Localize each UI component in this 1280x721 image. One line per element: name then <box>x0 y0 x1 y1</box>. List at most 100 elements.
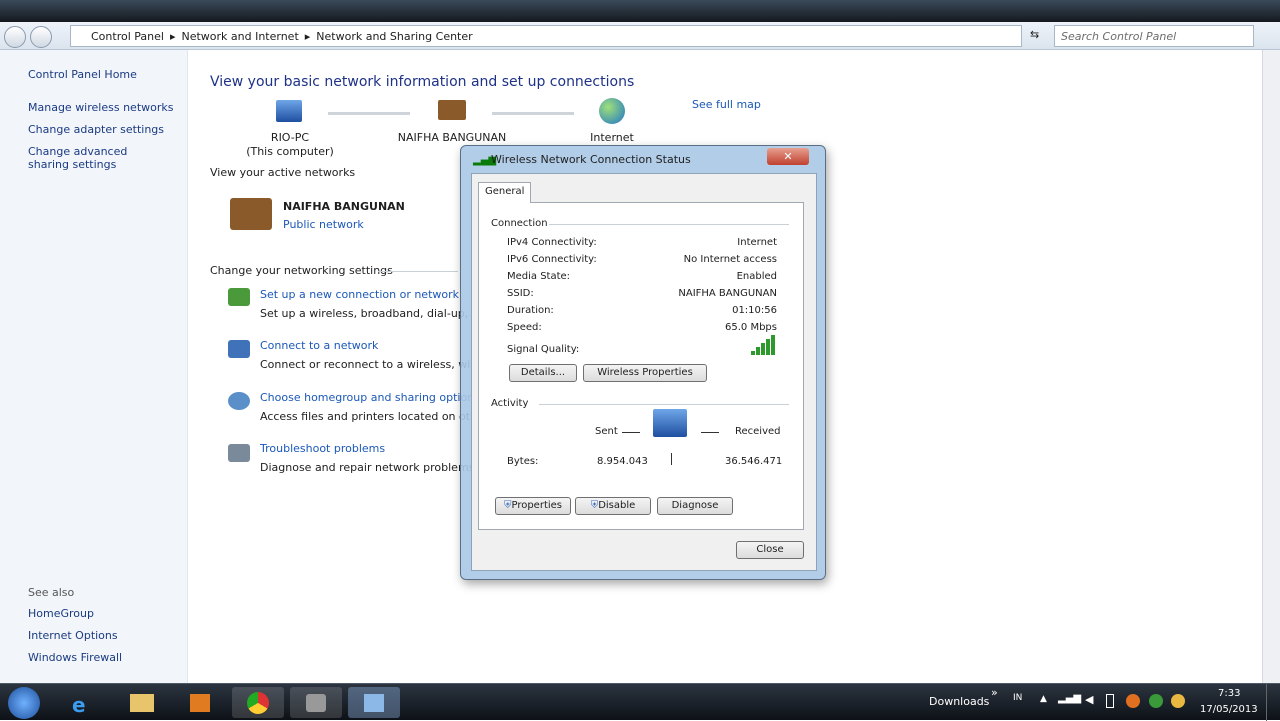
explorer-icon[interactable] <box>116 687 168 718</box>
close-button[interactable]: Close <box>736 541 804 559</box>
downloads-toolbar[interactable]: Downloads <box>929 695 989 708</box>
value: No Internet access <box>683 254 777 265</box>
see-full-map-link[interactable]: See full map <box>692 98 761 111</box>
dialog-body: General Connection IPv4 Connectivity: Int… <box>471 173 817 571</box>
search-input[interactable]: Search Control Panel <box>1054 25 1254 47</box>
task-new-connection[interactable]: Set up a new connection or network <box>260 288 459 301</box>
task-desc: Access files and printers located on oth… <box>260 410 489 423</box>
details-button[interactable]: Details... <box>509 364 577 382</box>
clock-time[interactable]: 7:33 <box>1218 688 1240 699</box>
sidebar-internet-options[interactable]: Internet Options <box>28 629 118 642</box>
info-icon[interactable] <box>1149 694 1163 708</box>
properties-button[interactable]: ⛨Properties <box>495 497 571 515</box>
chrome-icon[interactable] <box>232 687 284 718</box>
tab-panel: Connection IPv4 Connectivity: Internet IP… <box>478 202 804 530</box>
row-duration: Duration: 01:10:56 <box>507 305 777 316</box>
network-type-link[interactable]: Public network <box>283 218 364 231</box>
row-ipv4: IPv4 Connectivity: Internet <box>507 237 777 248</box>
sidebar-item-wireless[interactable]: Manage wireless networks <box>28 101 173 114</box>
label: IPv6 Connectivity: <box>507 254 597 265</box>
divider <box>549 224 789 225</box>
task-homegroup[interactable]: Choose homegroup and sharing options <box>260 391 480 404</box>
label: Duration: <box>507 305 554 316</box>
divider <box>539 404 789 405</box>
emoticon-icon[interactable] <box>1171 694 1185 708</box>
task-desc: Connect or reconnect to a wireless, wire… <box>260 358 489 371</box>
chevron-expand-icon[interactable]: » <box>991 686 998 699</box>
map-computer-sub: (This computer) <box>246 145 334 158</box>
sidebar-item-advanced-sharing[interactable]: Change advanced sharing settings <box>28 145 168 171</box>
connection-status-dialog: ▂▄▆ Wireless Network Connection Status ✕… <box>460 145 826 580</box>
network-computers-icon <box>653 409 687 437</box>
change-settings-label: Change your networking settings <box>210 264 393 277</box>
see-also-label: See also <box>28 586 75 599</box>
scrollbar[interactable] <box>1262 50 1280 683</box>
row-ipv6: IPv6 Connectivity: No Internet access <box>507 254 777 265</box>
address-bar-row: Control Panel ▸ Network and Internet ▸ Net… <box>0 22 1280 50</box>
signal-bar <box>751 351 755 355</box>
new-connection-icon <box>228 288 250 306</box>
sidebar-homegroup[interactable]: HomeGroup <box>28 607 94 620</box>
refresh-icon[interactable]: ⇆ <box>1030 28 1039 41</box>
language-indicator[interactable]: IN <box>1013 693 1022 703</box>
value: NAIFHA BANGUNAN <box>678 288 777 299</box>
map-link <box>492 112 574 115</box>
back-button[interactable] <box>4 26 26 48</box>
chevron-right-icon: ▸ <box>304 29 311 43</box>
task-desc: Diagnose and repair network problems, o <box>260 461 489 474</box>
task-connect[interactable]: Connect to a network <box>260 339 378 352</box>
app-tray-icon[interactable] <box>1126 694 1140 708</box>
map-computer-name: RIO-PC <box>270 131 310 144</box>
task-troubleshoot[interactable]: Troubleshoot problems <box>260 442 385 455</box>
signal-bar <box>766 339 770 355</box>
show-hidden-icons[interactable]: ▲ <box>1040 694 1047 704</box>
page-title: View your basic network information and … <box>210 74 635 90</box>
signal-quality-bars <box>751 333 779 355</box>
label: IPv4 Connectivity: <box>507 237 597 248</box>
signal-bar <box>771 335 775 355</box>
show-desktop-button[interactable] <box>1266 684 1280 721</box>
row-speed: Speed: 65.0 Mbps <box>507 322 777 333</box>
volume-icon[interactable]: ◀ <box>1085 693 1093 706</box>
diagnose-button[interactable]: Diagnose <box>657 497 733 515</box>
label: Media State: <box>507 271 571 282</box>
connection-label: Connection <box>491 218 548 229</box>
map-link <box>328 112 410 115</box>
label: Properties <box>511 500 563 511</box>
bench-icon <box>438 100 466 120</box>
dialog-title: Wireless Network Connection Status <box>491 153 691 166</box>
breadcrumb-sharing-center[interactable]: Network and Sharing Center <box>316 30 472 43</box>
signal-bar <box>756 347 760 355</box>
disable-button[interactable]: ⛨Disable <box>575 497 651 515</box>
media-player-icon[interactable] <box>174 687 226 718</box>
activity-label: Activity <box>491 398 529 409</box>
label: SSID: <box>507 288 534 299</box>
bench-icon <box>230 198 272 230</box>
tab-general[interactable]: General <box>478 182 532 203</box>
value: 65.0 Mbps <box>725 322 777 333</box>
sent-label: Sent <box>595 426 618 437</box>
clock-date[interactable]: 17/05/2013 <box>1200 704 1258 715</box>
bytes-sent: 8.954.043 <box>597 456 648 467</box>
close-icon[interactable]: ✕ <box>767 148 809 165</box>
start-button[interactable] <box>8 687 40 719</box>
sidebar-item-adapter[interactable]: Change adapter settings <box>28 123 164 136</box>
connect-network-icon <box>228 340 250 358</box>
breadcrumb-control-panel[interactable]: Control Panel <box>91 30 164 43</box>
breadcrumb[interactable]: Control Panel ▸ Network and Internet ▸ Net… <box>70 25 1022 47</box>
sidebar-firewall[interactable]: Windows Firewall <box>28 651 122 664</box>
ie-icon[interactable]: e <box>58 687 110 718</box>
battery-icon[interactable] <box>1106 694 1114 708</box>
forward-button[interactable] <box>30 26 52 48</box>
wifi-signal-icon[interactable]: ▂▄▆ <box>1058 693 1081 704</box>
wireless-properties-button[interactable]: Wireless Properties <box>583 364 707 382</box>
breadcrumb-network-internet[interactable]: Network and Internet <box>181 30 298 43</box>
control-panel-icon[interactable] <box>348 687 400 718</box>
camera-icon[interactable] <box>290 687 342 718</box>
map-network-name: NAIFHA BANGUNAN <box>397 131 507 144</box>
sidebar-home[interactable]: Control Panel Home <box>28 68 137 81</box>
signal-quality-label: Signal Quality: <box>507 344 580 355</box>
value: Internet <box>737 237 777 248</box>
map-internet: Internet <box>590 131 634 144</box>
chevron-right-icon: ▸ <box>169 29 176 43</box>
